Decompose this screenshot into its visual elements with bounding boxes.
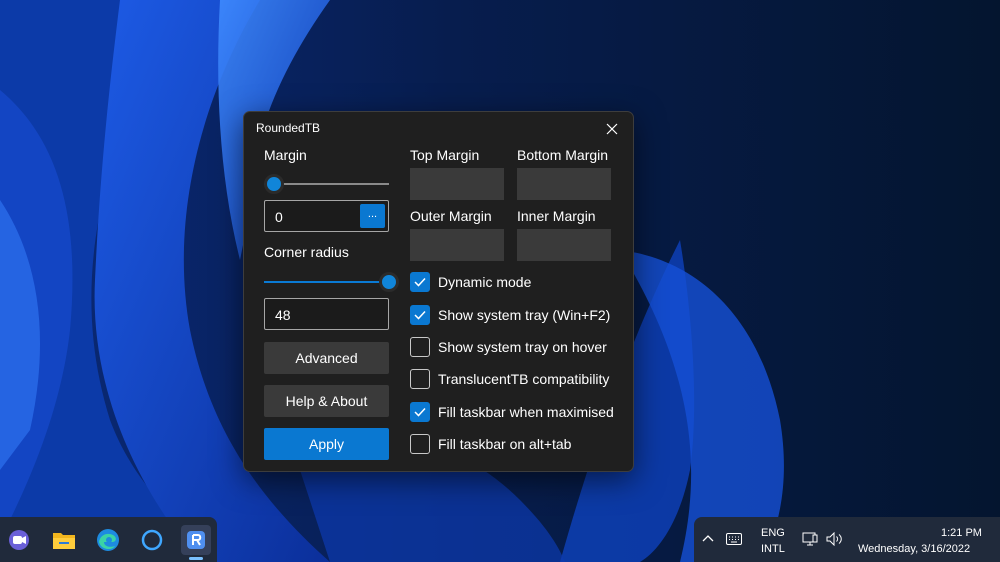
- teams-chat-icon: [9, 530, 29, 550]
- window-title: RoundedTB: [256, 121, 321, 135]
- help-about-button[interactable]: Help & About: [264, 385, 389, 417]
- checkmark-icon: [414, 310, 426, 320]
- file-explorer-icon: [53, 533, 75, 549]
- checkbox-label: TranslucentTB compatibility: [438, 371, 610, 387]
- corner-radius-slider-fill: [264, 281, 389, 283]
- language-line2[interactable]: INTL: [761, 543, 785, 555]
- checkbox[interactable]: [410, 402, 430, 422]
- roundedtb-window: RoundedTB Margin 0 ... Corner radius 48 …: [243, 111, 634, 472]
- language-line1[interactable]: ENG: [761, 527, 785, 539]
- bottom-margin-input[interactable]: [517, 168, 611, 200]
- checkbox[interactable]: [410, 305, 430, 325]
- checkbox[interactable]: [410, 337, 430, 357]
- edge-icon: [97, 529, 119, 551]
- corner-radius-slider[interactable]: [264, 272, 399, 292]
- checkbox-label: Fill taskbar when maximised: [438, 404, 614, 420]
- checkbox[interactable]: [410, 272, 430, 292]
- option-dynamic-mode[interactable]: Dynamic mode: [410, 272, 531, 292]
- corner-radius-label: Corner radius: [264, 244, 349, 260]
- top-margin-input[interactable]: [410, 168, 504, 200]
- margin-more-button[interactable]: ...: [360, 204, 385, 228]
- checkbox-label: Dynamic mode: [438, 274, 532, 290]
- margin-slider-thumb[interactable]: [264, 174, 284, 194]
- option-show-system-tray-win-f2[interactable]: Show system tray (Win+F2): [410, 305, 610, 325]
- option-fill-taskbar-when-maximised[interactable]: Fill taskbar when maximised: [410, 402, 614, 422]
- bottom-margin-label: Bottom Margin: [517, 147, 609, 163]
- option-show-system-tray-on-hover[interactable]: Show system tray on hover: [410, 337, 607, 357]
- option-translucenttb-compatibility[interactable]: TranslucentTB compatibility: [410, 369, 609, 389]
- close-icon: [606, 123, 618, 135]
- corner-radius-input[interactable]: 48: [264, 298, 389, 330]
- outer-margin-label: Outer Margin: [410, 208, 492, 224]
- checkmark-icon: [414, 277, 426, 287]
- corner-radius-slider-thumb[interactable]: [379, 272, 399, 292]
- advanced-button[interactable]: Advanced: [264, 342, 389, 374]
- volume-icon[interactable]: [826, 532, 844, 546]
- taskbar-app-chat[interactable]: [4, 525, 34, 555]
- system-tray: ENG INTL 1:21 PM Wednesday, 3/16/2022: [694, 517, 1000, 562]
- checkbox-label: Show system tray (Win+F2): [438, 307, 611, 323]
- taskbar-app-edge[interactable]: [93, 525, 123, 555]
- taskbar-app-roundedtb[interactable]: [181, 525, 211, 555]
- checkbox[interactable]: [410, 369, 430, 389]
- corner-radius-input-value: 48: [275, 307, 291, 323]
- margin-input-value: 0: [275, 209, 283, 225]
- checkbox-label: Show system tray on hover: [438, 339, 607, 355]
- margin-label: Margin: [264, 147, 307, 163]
- chevron-up-icon[interactable]: [702, 533, 714, 543]
- taskbar-app-file-explorer[interactable]: [49, 525, 79, 555]
- clock-date[interactable]: Wednesday, 3/16/2022: [858, 543, 970, 555]
- checkbox-label: Fill taskbar on alt+tab: [438, 436, 572, 452]
- taskbar-apps: [0, 517, 217, 562]
- network-icon[interactable]: [802, 532, 818, 547]
- cortana-icon: [141, 529, 163, 551]
- outer-margin-input[interactable]: [410, 229, 504, 261]
- checkmark-icon: [414, 407, 426, 417]
- active-app-indicator: [189, 557, 203, 560]
- option-fill-taskbar-on-alt-tab[interactable]: Fill taskbar on alt+tab: [410, 434, 571, 454]
- top-margin-label: Top Margin: [410, 147, 480, 163]
- apply-button[interactable]: Apply: [264, 428, 389, 460]
- close-button[interactable]: [603, 120, 621, 138]
- clock-time[interactable]: 1:21 PM: [941, 527, 982, 539]
- roundedtb-icon: [187, 531, 205, 549]
- keyboard-icon[interactable]: [726, 533, 742, 545]
- checkbox[interactable]: [410, 434, 430, 454]
- inner-margin-input[interactable]: [517, 229, 611, 261]
- taskbar-app-cortana[interactable]: [137, 525, 167, 555]
- margin-input[interactable]: 0 ...: [264, 200, 389, 232]
- inner-margin-label: Inner Margin: [517, 208, 596, 224]
- margin-slider[interactable]: [264, 174, 389, 194]
